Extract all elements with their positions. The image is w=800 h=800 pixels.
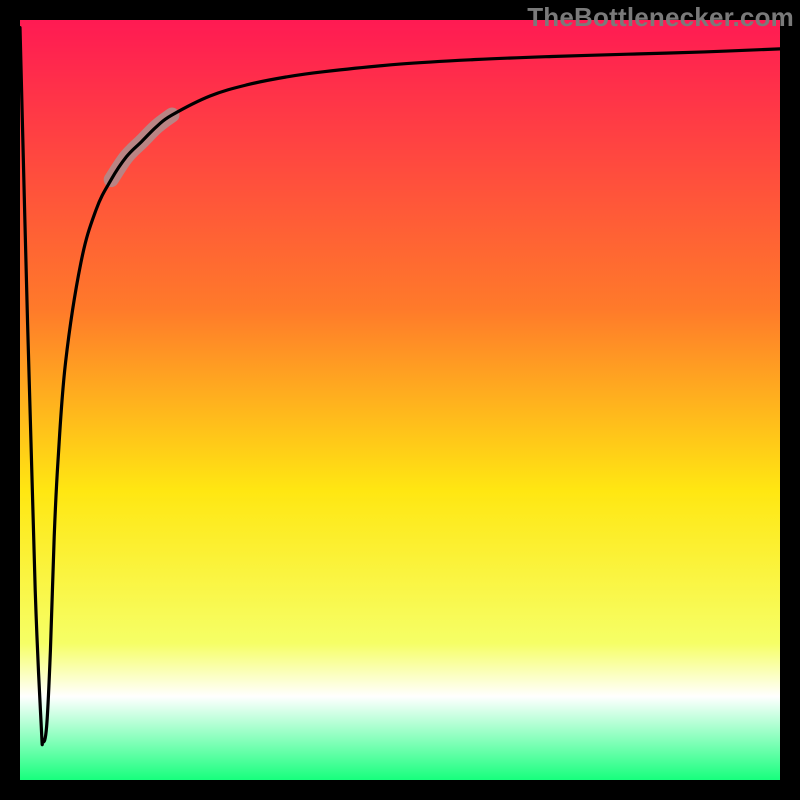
plot-background bbox=[20, 20, 780, 780]
chart-svg bbox=[0, 0, 800, 800]
chart-container: TheBottlenecker.com bbox=[0, 0, 800, 800]
attribution-watermark: TheBottlenecker.com bbox=[527, 2, 794, 33]
